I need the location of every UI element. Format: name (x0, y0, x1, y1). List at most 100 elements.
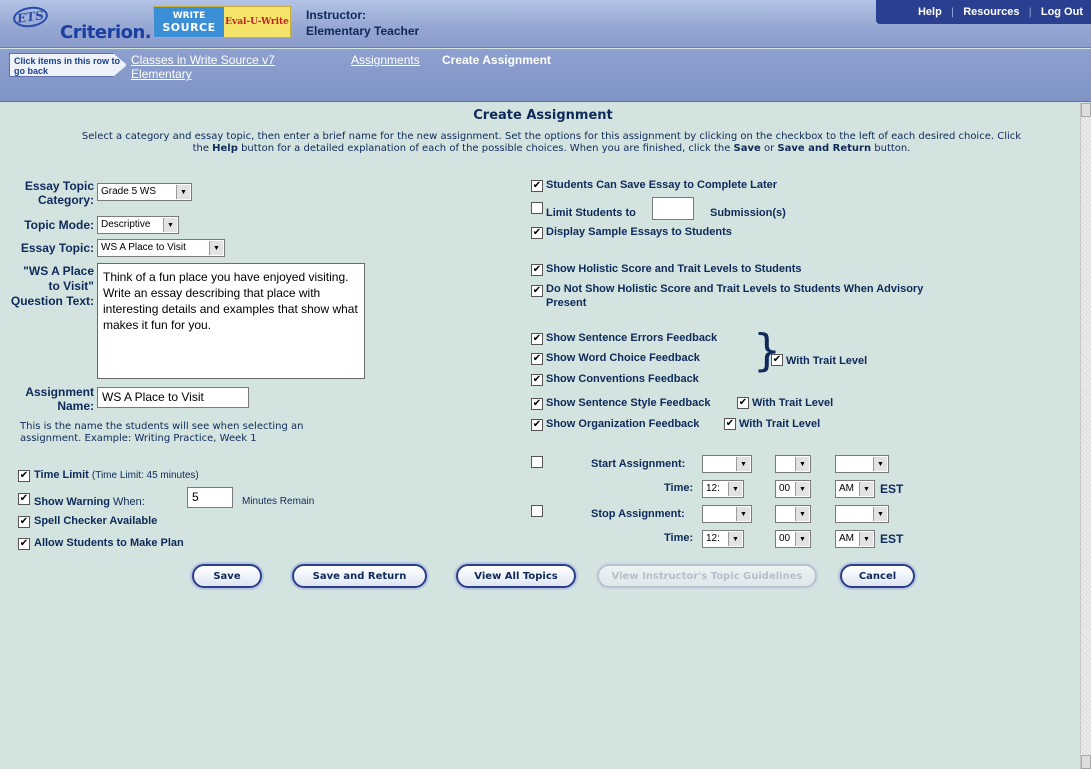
ets-logo: ETS (11, 4, 50, 30)
stop-year-select[interactable]: ▼ (835, 505, 889, 523)
topic-mode-select[interactable]: Descriptive ▼ (97, 216, 179, 234)
conventions-option: Show Conventions Feedback (546, 373, 699, 385)
warning-minutes-input[interactable]: 5 (187, 487, 233, 508)
chevron-down-icon: ▼ (859, 482, 873, 496)
assignment-name-help: This is the name the students will see w… (20, 421, 304, 444)
feedback-group-brace: } (753, 325, 781, 376)
save-and-return-button[interactable]: Save and Return (292, 564, 427, 588)
chevron-down-icon: ▼ (795, 532, 809, 546)
time-limit-checkbox[interactable]: ✔ (18, 470, 30, 482)
header-nav: Help | Resources | Log Out (876, 0, 1091, 24)
start-month-select[interactable]: ▼ (702, 455, 752, 473)
start-assignment-label: Start Assignment: (591, 458, 686, 470)
save-later-checkbox[interactable]: ✔ (531, 180, 543, 192)
chevron-down-icon: ▼ (728, 532, 742, 546)
essay-topic-select[interactable]: WS A Place to Visit ▼ (97, 239, 225, 257)
show-warning-checkbox[interactable]: ✔ (18, 493, 30, 505)
stop-hour-select[interactable]: 12: ▼ (702, 530, 744, 548)
chevron-down-icon: ▼ (728, 482, 742, 496)
holistic-score-checkbox[interactable]: ✔ (531, 264, 543, 276)
start-day-select[interactable]: ▼ (775, 455, 811, 473)
criterion-logo: Criterion. (60, 22, 152, 43)
stop-minute-select[interactable]: 00 ▼ (775, 530, 811, 548)
sentence-errors-checkbox[interactable]: ✔ (531, 333, 543, 345)
vertical-scrollbar[interactable] (1080, 103, 1091, 769)
sentence-style-trait-option: With Trait Level (752, 397, 834, 409)
start-ampm-select[interactable]: AM ▼ (835, 480, 875, 498)
essay-topic-category-select[interactable]: Grade 5 WS ▼ (97, 183, 192, 201)
view-instructor-guidelines-button[interactable]: View Instructor's Topic Guidelines (597, 564, 817, 588)
stop-timezone-label: EST (880, 532, 904, 546)
chevron-down-icon: ▼ (795, 457, 809, 471)
word-choice-checkbox[interactable]: ✔ (531, 353, 543, 365)
spell-checker-checkbox[interactable]: ✔ (18, 516, 30, 528)
save-later-option: Students Can Save Essay to Complete Late… (546, 179, 778, 191)
help-link[interactable]: Help (918, 6, 942, 18)
conventions-checkbox[interactable]: ✔ (531, 374, 543, 386)
make-plan-option: Allow Students to Make Plan (34, 537, 184, 549)
stop-assignment-label: Stop Assignment: (591, 508, 685, 520)
organization-trait-option: With Trait Level (739, 418, 821, 430)
breadcrumb-hint: Click items in this row to go back (9, 53, 127, 77)
question-textarea[interactable]: Think of a fun place you have enjoyed vi… (97, 263, 365, 379)
stop-day-select[interactable]: ▼ (775, 505, 811, 523)
make-plan-checkbox[interactable]: ✔ (18, 538, 30, 550)
chevron-down-icon: ▼ (859, 532, 873, 546)
chevron-down-icon: ▼ (795, 507, 809, 521)
chevron-down-icon: ▼ (176, 185, 190, 199)
chevron-down-icon: ▼ (736, 457, 750, 471)
question-text-label: "WS A Place to Visit" Question Text: (10, 264, 94, 308)
chevron-down-icon: ▼ (873, 507, 887, 521)
view-all-topics-button[interactable]: View All Topics (456, 564, 576, 588)
stop-ampm-select[interactable]: AM ▼ (835, 530, 875, 548)
nav-separator: | (1028, 6, 1032, 18)
word-choice-option: Show Word Choice Feedback (546, 352, 700, 364)
start-assignment-checkbox[interactable] (531, 456, 543, 468)
logout-link[interactable]: Log Out (1041, 6, 1083, 18)
sample-essays-option: Display Sample Essays to Students (546, 226, 732, 238)
holistic-score-option: Show Holistic Score and Trait Levels to … (546, 263, 802, 275)
stop-month-select[interactable]: ▼ (702, 505, 752, 523)
breadcrumb-current: Create Assignment (442, 53, 551, 67)
organization-trait-checkbox[interactable]: ✔ (724, 418, 736, 430)
scroll-down-arrow-icon[interactable] (1081, 755, 1091, 769)
save-button[interactable]: Save (192, 564, 262, 588)
breadcrumb-class-link[interactable]: Classes in Write Source v7 Elementary (131, 53, 291, 81)
submission-limit-input[interactable] (652, 197, 694, 220)
organization-option: Show Organization Feedback (546, 418, 700, 430)
breadcrumb-assignments-link[interactable]: Assignments (351, 53, 420, 67)
instructor-label: Instructor: (306, 8, 366, 22)
sentence-errors-option: Show Sentence Errors Feedback (546, 332, 718, 344)
essay-topic-category-label: Essay Topic Category: (24, 179, 94, 207)
assignment-name-input[interactable]: WS A Place to Visit (97, 387, 249, 408)
breadcrumb: Click items in this row to go back Class… (0, 49, 1091, 102)
main-content: Create Assignment Select a category and … (9, 103, 1077, 769)
group-trait-checkbox[interactable]: ✔ (771, 354, 783, 366)
stop-time-label: Time: (664, 532, 694, 544)
start-year-select[interactable]: ▼ (835, 455, 889, 473)
sentence-style-checkbox[interactable]: ✔ (531, 398, 543, 410)
limit-students-label: Limit Students to (546, 207, 636, 219)
scroll-up-arrow-icon[interactable] (1081, 103, 1091, 117)
nav-separator: | (950, 6, 955, 18)
sample-essays-checkbox[interactable]: ✔ (531, 227, 543, 239)
limit-submissions-checkbox[interactable] (531, 202, 543, 214)
sentence-style-trait-checkbox[interactable]: ✔ (737, 397, 749, 409)
resources-link[interactable]: Resources (963, 6, 1019, 18)
start-minute-select[interactable]: 00 ▼ (775, 480, 811, 498)
chevron-down-icon: ▼ (736, 507, 750, 521)
intro-text: Select a category and essay topic, then … (81, 131, 1022, 154)
eval-u-write-logo: Eval-U-Write (225, 17, 289, 27)
sentence-style-option: Show Sentence Style Feedback (546, 397, 711, 409)
topic-mode-label: Topic Mode: (24, 218, 94, 232)
time-limit-option: Time Limit (Time Limit: 45 minutes) (34, 469, 199, 481)
stop-assignment-checkbox[interactable] (531, 505, 543, 517)
organization-checkbox[interactable]: ✔ (531, 419, 543, 431)
start-hour-select[interactable]: 12: ▼ (702, 480, 744, 498)
cancel-button[interactable]: Cancel (840, 564, 915, 588)
chevron-down-icon: ▼ (795, 482, 809, 496)
minutes-remain-label: Minutes Remain (242, 496, 315, 507)
group-trait-option: With Trait Level (786, 355, 868, 367)
chevron-down-icon: ▼ (873, 457, 887, 471)
advisory-checkbox[interactable]: ✔ (531, 285, 543, 297)
